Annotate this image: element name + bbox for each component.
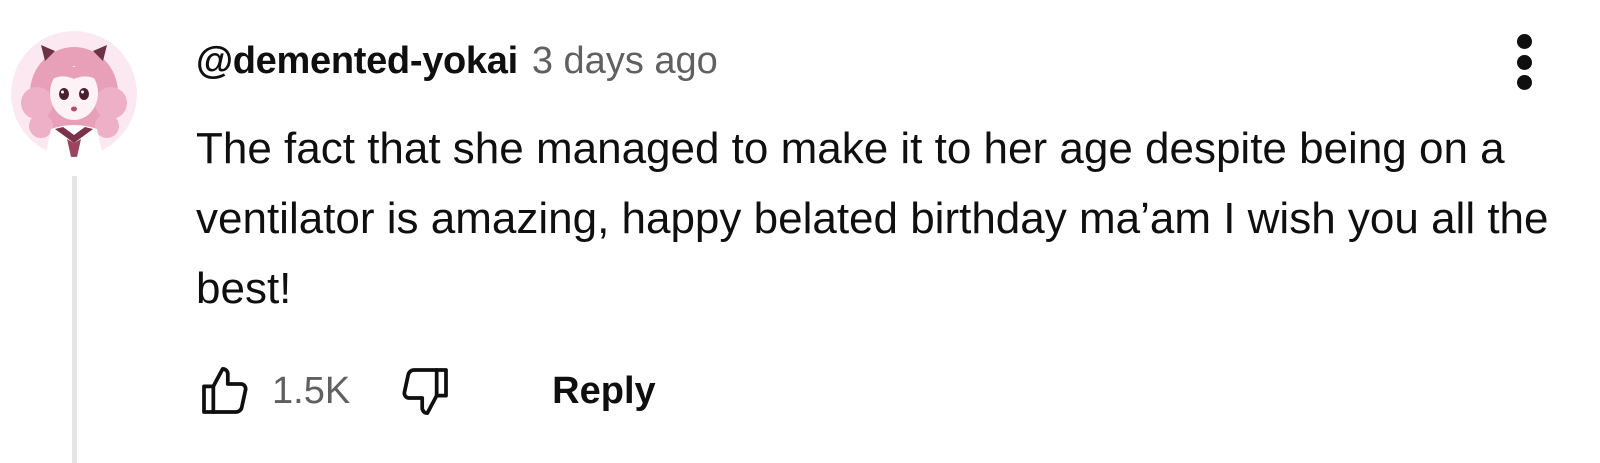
thumbs-up-icon (202, 366, 248, 414)
thumbs-down-icon (402, 368, 449, 416)
more-vertical-icon[interactable] (1502, 28, 1546, 96)
comment-timestamp[interactable]: 3 days ago (532, 40, 718, 83)
reply-button[interactable]: Reply (552, 370, 655, 413)
like-count: 1.5K (272, 369, 351, 412)
author-name[interactable]: @demented-yokai (196, 40, 518, 83)
comment-header: @demented-yokai 3 days ago (196, 40, 718, 90)
thread-line (72, 176, 77, 463)
like-button[interactable] (190, 356, 260, 426)
menu-dot (1516, 54, 1532, 70)
dislike-button[interactable] (390, 356, 460, 426)
comment-actions: 1.5K Reply (190, 356, 656, 426)
avatar[interactable] (11, 31, 137, 157)
menu-dot (1516, 34, 1532, 49)
menu-dot (1516, 75, 1532, 90)
comment-text: The fact that she managed to make it to … (196, 124, 1549, 313)
